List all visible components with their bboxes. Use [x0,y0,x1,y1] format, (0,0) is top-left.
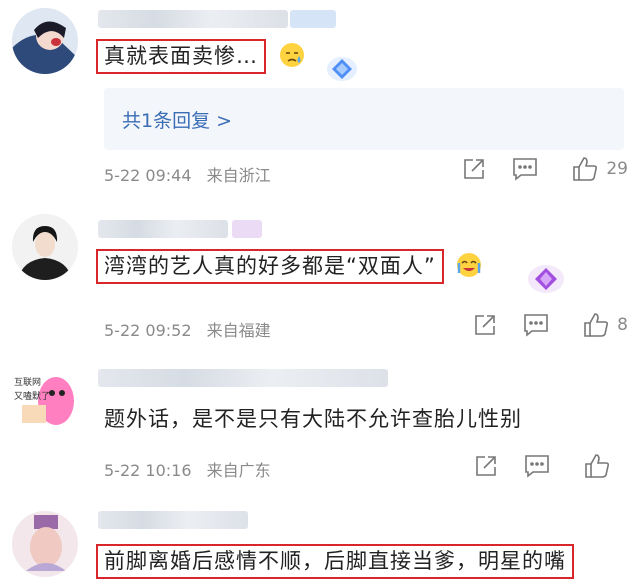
comment-item: 真就表面卖惨… 共1条回复 > 5-22 09:44 来自浙江 29 [0,0,640,200]
comment-text-row: 题外话，是不是只有大陆不允许查胎儿性别 [104,403,522,433]
comment-button[interactable] [512,157,538,181]
username-blurred[interactable] [98,511,248,529]
comment-icon [513,158,538,181]
comment-text: 湾湾的艺人真的好多都是“双面人” [96,249,444,284]
comment-actions: 8 [473,312,628,338]
share-button[interactable] [462,157,486,181]
comment-text-row: 真就表面卖惨… [96,39,306,74]
username-blurred[interactable] [98,10,336,28]
comment-button[interactable] [524,454,550,478]
like-button[interactable] [584,453,610,479]
share-button[interactable] [473,313,497,337]
diamond-badge-icon [326,54,358,88]
comment-text-row: 前脚离婚后感情不顺，后脚直接当爹，明星的嘴 [96,544,574,579]
avatar[interactable] [12,8,78,74]
comment-time: 5-22 09:52 [104,321,192,340]
like-button[interactable]: 8 [583,312,628,338]
comment-actions [474,453,610,479]
comment-text-row: 湾湾的艺人真的好多都是“双面人” [96,249,483,284]
comment-time: 5-22 10:16 [104,461,192,480]
share-icon [476,456,496,476]
comment-item: 湾湾的艺人真的好多都是“双面人” 5-22 09:52 来自福建 8 [0,200,640,355]
comment-button[interactable] [523,313,549,337]
comment-location: 来自广东 [206,461,271,480]
comment-time: 5-22 09:44 [104,166,192,185]
like-count: 29 [606,159,628,179]
comment-text: 前脚离婚后感情不顺，后脚直接当爹，明星的嘴 [96,544,574,579]
comment-text: 真就表面卖惨… [96,39,266,74]
comment-meta: 5-22 10:16 来自广东 [104,457,271,481]
username-blurred[interactable] [98,369,388,387]
avatar-text: 又嗑默了 [14,391,50,402]
reply-summary-box[interactable]: 共1条回复 > [104,88,624,150]
comment-location: 来自福建 [206,321,271,340]
emoji-icon [455,251,483,284]
like-count: 8 [617,315,628,335]
comment-icon [524,314,548,337]
comment-item: 互联网 又嗑默了 题外话，是不是只有大陆不允许查胎儿性别 5-22 10:16 … [0,355,640,505]
share-icon [464,159,485,179]
comment-location: 来自浙江 [206,166,271,185]
comment-text: 题外话，是不是只有大陆不允许查胎儿性别 [104,407,522,431]
like-icon [573,157,598,181]
username-blurred[interactable] [98,220,262,238]
diamond-badge-icon [526,262,566,300]
avatar-text: 互联网 [14,377,41,388]
like-icon [584,313,609,337]
comment-actions: 29 [462,156,628,182]
avatar[interactable] [12,214,78,280]
comment-meta: 5-22 09:44 来自浙江 [104,162,271,186]
comment-meta: 5-22 09:52 来自福建 [104,317,271,341]
avatar[interactable]: 互联网 又嗑默了 [12,365,78,431]
avatar[interactable] [12,511,78,577]
like-icon [585,454,610,478]
comment-icon [525,455,549,478]
like-button[interactable]: 29 [572,156,628,182]
share-button[interactable] [474,454,498,478]
share-icon [475,315,495,335]
view-replies-link[interactable]: 共1条回复 > [122,106,232,133]
comment-item: 前脚离婚后感情不顺，后脚直接当爹，明星的嘴 [0,505,640,579]
emoji-icon [278,41,306,74]
